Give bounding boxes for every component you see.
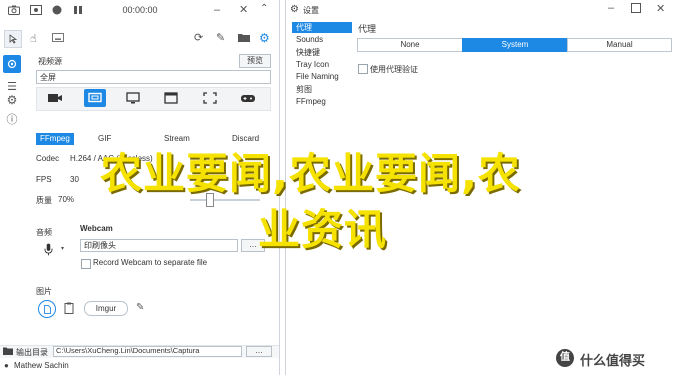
settings-title: 设置 [303,6,319,15]
author-label[interactable]: Mathew Sachin [14,361,69,370]
sidebar-item-hotkeys[interactable]: 快捷键 [296,47,320,58]
source-select[interactable]: 全屏 [36,70,271,84]
audio-dropdown-icon[interactable]: ▾ [61,245,64,252]
region-icon[interactable] [199,89,221,107]
tab-ffmpeg[interactable]: FFmpeg [36,133,74,145]
sidebar-item-file-naming[interactable]: File Naming [296,72,339,81]
overlay-line-1: 农业要闻,农业要闻,农 [100,149,521,198]
output-folder-icon[interactable] [3,347,13,355]
audio-label: 音频 [36,228,52,237]
home-icon[interactable] [3,55,21,73]
refresh-icon[interactable]: ⟳ [194,31,203,44]
proxy-option-none[interactable]: None [357,38,463,52]
output-path-value: C:\Users\XuCheng.Lin\Documents\Captura [56,346,200,355]
proxy-title: 代理 [358,24,377,34]
sidebar-item-crop[interactable]: 剪图 [296,84,312,95]
webcam-value: 印刷像头 [84,241,116,250]
screenshot-icon[interactable] [30,5,42,15]
source-value: 全屏 [40,73,56,82]
settings-sidebar: 代理 Sounds 快捷键 Tray Icon File Naming 剪图 F… [292,22,352,112]
sidebar-item-tray-icon[interactable]: Tray Icon [296,60,329,69]
image-file-icon[interactable] [38,300,56,318]
proxy-option-system[interactable]: System [462,38,568,52]
watermark-badge-icon: 值 [556,349,574,367]
webcam-select[interactable]: 印刷像头 [80,239,238,252]
microphone-icon[interactable] [40,240,56,258]
draw-icon[interactable]: ✎ [216,31,225,44]
settings-icon[interactable]: ⚙ [3,91,21,109]
output-path-field[interactable]: C:\Users\XuCheng.Lin\Documents\Captura [53,346,242,357]
fps-value[interactable]: 30 [70,175,79,184]
output-label: 输出目录 [16,348,48,357]
browse-button[interactable]: … [246,346,272,357]
quality-value: 70% [58,195,75,204]
folder-icon[interactable] [238,33,250,42]
gear-icon[interactable]: ⚙ [259,31,270,45]
video-source-label: 视频源 [38,57,62,66]
settings-app-icon: ⚙ [290,4,299,15]
gamepad-icon[interactable] [237,89,259,107]
camera-icon[interactable] [8,5,20,15]
close-icon[interactable]: ✕ [239,3,248,16]
pointer-icon[interactable] [4,30,22,48]
proxy-auth-checkbox[interactable] [358,64,368,74]
keystroke-icon[interactable] [52,33,64,42]
proxy-option-manual[interactable]: Manual [567,38,672,52]
minimize-icon[interactable]: – [214,4,220,16]
pencil-icon[interactable]: ✎ [136,302,144,313]
mouse-click-icon[interactable]: ☝ [30,32,37,45]
github-icon[interactable]: ● [4,361,9,370]
quality-label: 质量 [36,196,52,205]
record-icon[interactable] [52,5,62,15]
fps-label: FPS [36,175,52,184]
settings-minimize-icon[interactable]: – [608,2,614,14]
pause-icon[interactable] [73,5,83,15]
video-camera-icon[interactable] [44,89,66,107]
collapse-icon[interactable]: ⌃ [260,3,268,14]
webcam-separate-label: Record Webcam to separate file [93,258,208,267]
webcam-separate-checkbox[interactable] [81,259,91,269]
window-icon[interactable] [160,89,182,107]
sidebar-item-ffmpeg[interactable]: FFmpeg [296,97,326,106]
proxy-auth-label: 使用代理验证 [370,65,418,74]
title-bar: 00:00:00 – ✕ ⌃ [0,0,279,22]
timer-display: 00:00:00 [122,5,158,15]
settings-close-icon[interactable]: ✕ [656,2,665,15]
image-section-label: 图片 [36,287,52,296]
toolbar: ☝ ⟳ ✎ ⚙ [0,28,279,50]
codec-label: Codec [36,154,60,163]
watermark-text: 什么值得买 [580,353,646,368]
sidebar-item-sounds[interactable]: Sounds [296,35,323,44]
clipboard-icon[interactable] [64,302,74,314]
sidebar-item-proxy[interactable]: 代理 [292,22,352,33]
info-icon[interactable]: ⓘ [3,110,21,128]
preview-button[interactable]: 预览 [239,54,271,68]
settings-maximize-icon[interactable] [631,3,641,13]
overlay-line-2: 业资讯 [258,205,388,254]
monitor-icon[interactable] [84,89,106,107]
source-type-bar [36,87,271,111]
imgur-button[interactable]: Imgur [84,301,128,316]
webcam-label: Webcam [80,224,113,233]
screen-icon[interactable] [122,89,144,107]
